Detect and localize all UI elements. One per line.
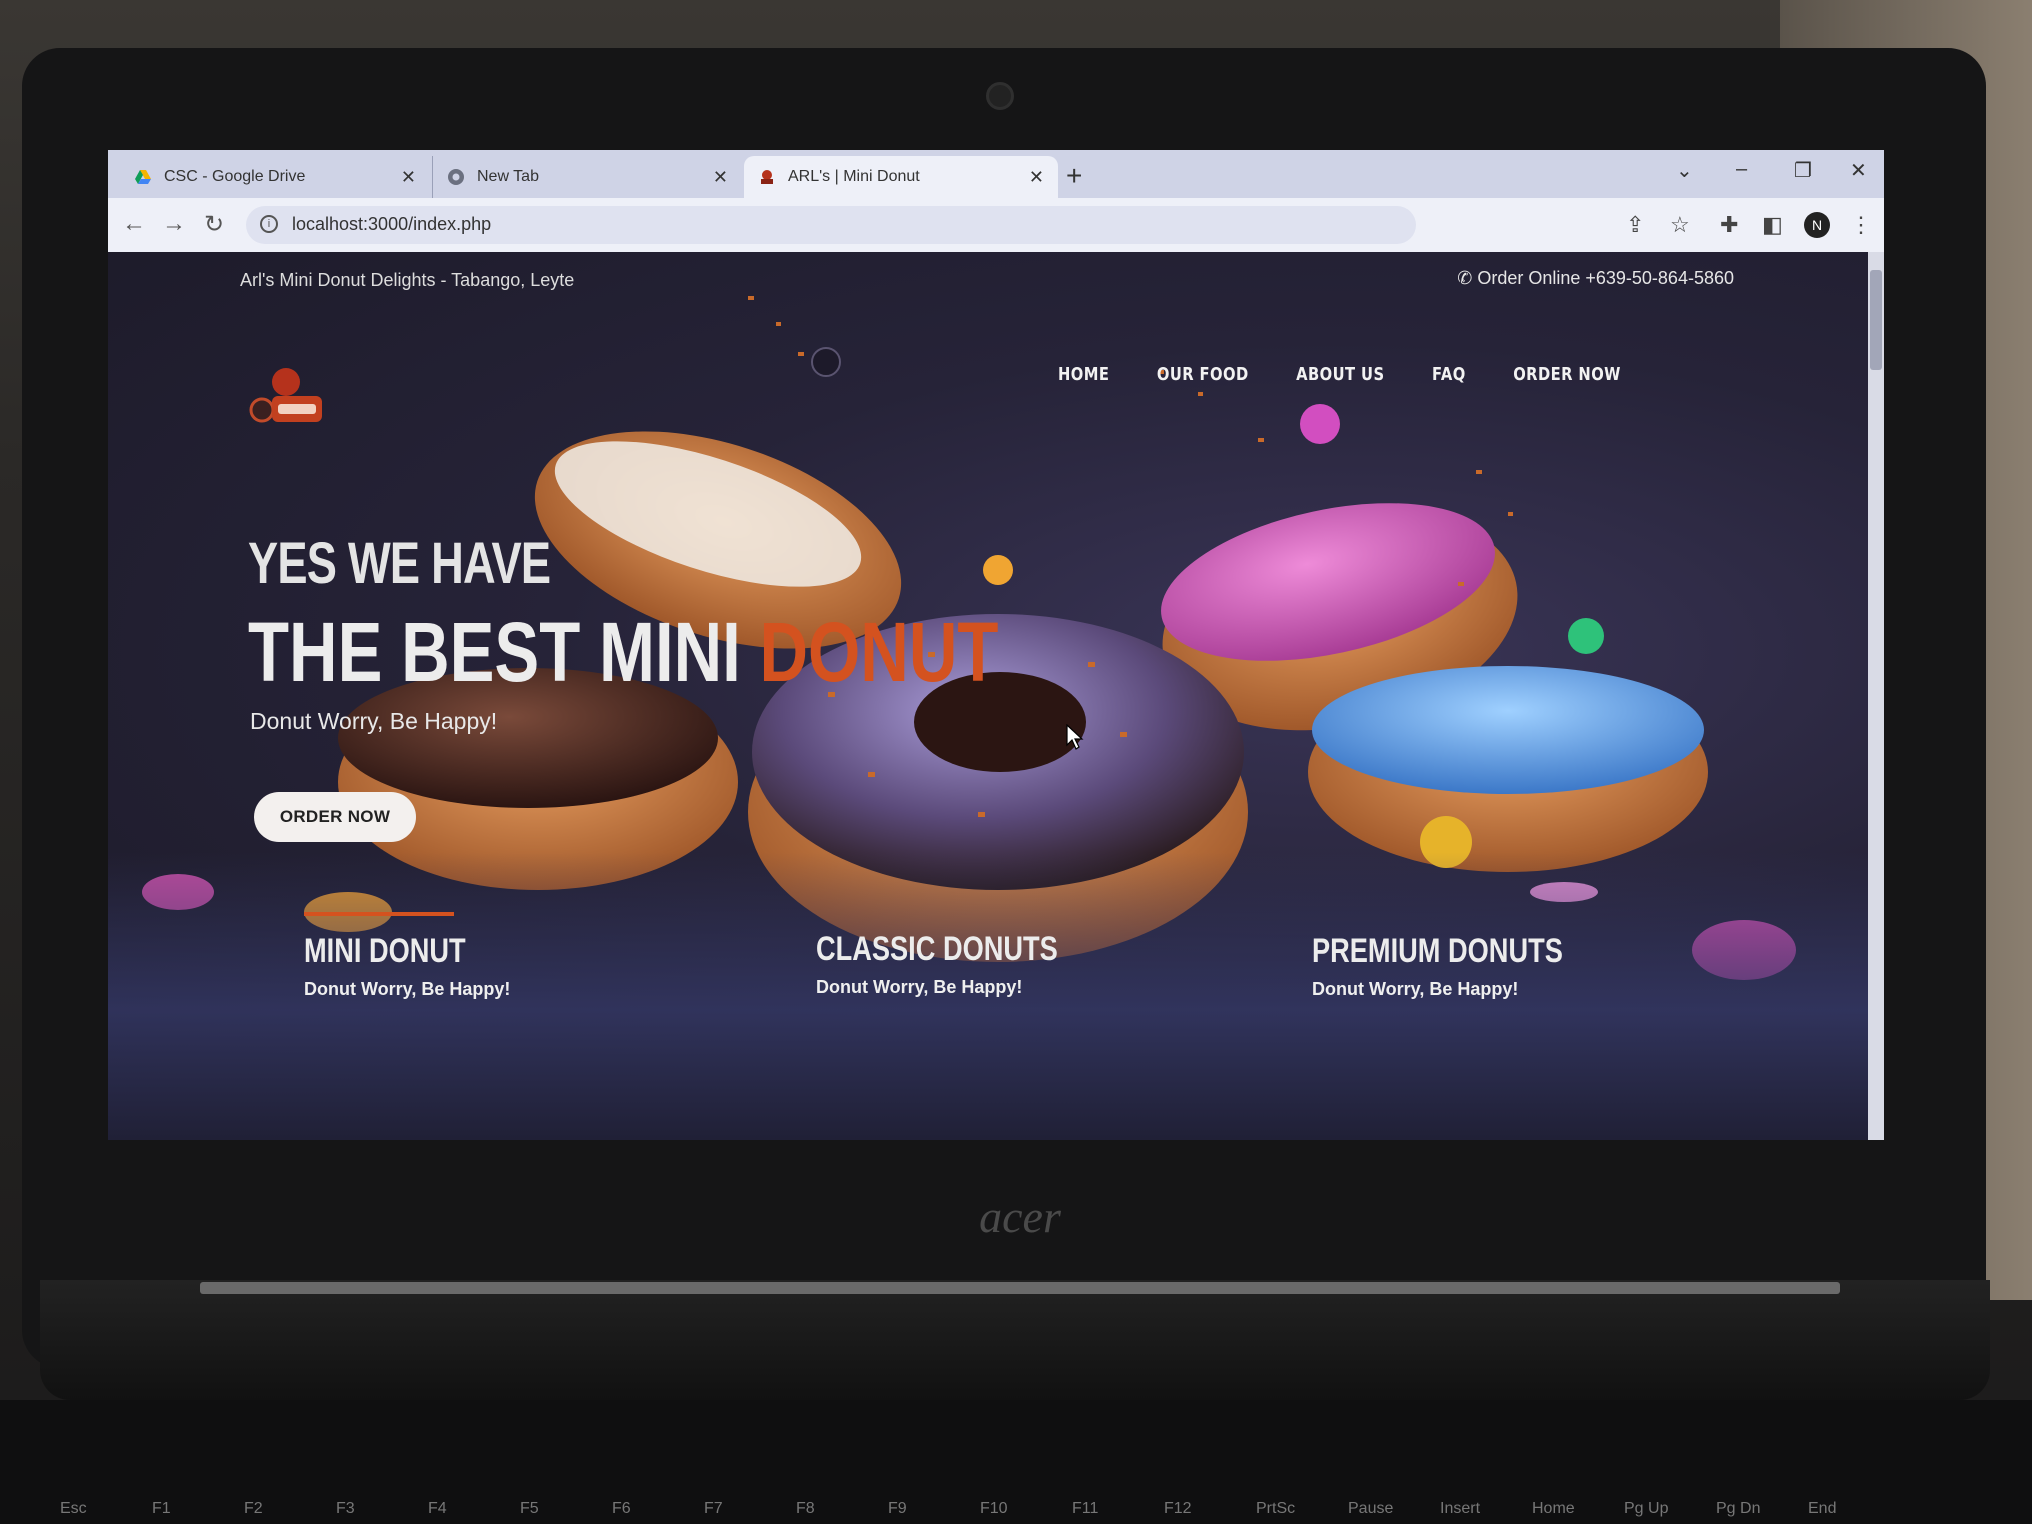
- category-mini-donut[interactable]: MINI DONUT Donut Worry, Be Happy!: [304, 912, 510, 1000]
- extensions-icon[interactable]: ✚: [1720, 212, 1738, 238]
- key[interactable]: F11: [1072, 1500, 1164, 1518]
- key[interactable]: Pg Up: [1624, 1500, 1716, 1518]
- topbar-tagline: Arl's Mini Donut Delights - Tabango, Ley…: [240, 270, 575, 290]
- tab-google-drive[interactable]: CSC - Google Drive ✕: [120, 156, 430, 198]
- nav-our-food[interactable]: OUR FOOD: [1157, 364, 1249, 385]
- reload-icon[interactable]: ↻: [204, 210, 224, 239]
- phone-text: Order Online +639-50-864-5860: [1477, 268, 1734, 288]
- hero-heading-main: THE BEST MINI: [248, 605, 741, 699]
- key[interactable]: Esc: [60, 1500, 152, 1518]
- site-logo-icon: [758, 168, 776, 186]
- close-window-icon[interactable]: ✕: [1850, 158, 1867, 183]
- nav-home[interactable]: HOME: [1058, 364, 1109, 385]
- screen: CSC - Google Drive ✕ New Tab ✕ ARL's | M…: [108, 150, 1884, 1140]
- share-icon[interactable]: ⇪: [1626, 212, 1644, 238]
- forward-icon[interactable]: →: [162, 210, 186, 238]
- category-title: CLASSIC DONUTS: [816, 930, 1058, 968]
- category-underline: [304, 912, 454, 916]
- hero-heading-line2: THE BEST MINI DONUT: [248, 604, 998, 701]
- tab-new-tab[interactable]: New Tab ✕: [432, 156, 742, 198]
- laptop-brand-logo: acer: [979, 1191, 1061, 1242]
- key[interactable]: F8: [796, 1500, 888, 1518]
- site-logo[interactable]: [248, 360, 328, 430]
- restore-icon[interactable]: ❐: [1794, 158, 1812, 183]
- key[interactable]: F5: [520, 1500, 612, 1518]
- key[interactable]: F12: [1164, 1500, 1256, 1518]
- url-text: localhost:3000/index.php: [292, 214, 492, 234]
- category-title: MINI DONUT: [304, 932, 466, 970]
- tab-label: ARL's | Mini Donut: [788, 168, 920, 185]
- key[interactable]: F3: [336, 1500, 428, 1518]
- web-page: Arl's Mini Donut Delights - Tabango, Ley…: [108, 252, 1868, 1140]
- tab-search-icon[interactable]: ⌄: [1676, 158, 1693, 183]
- scrollbar-thumb[interactable]: [1870, 270, 1882, 370]
- profile-avatar[interactable]: N: [1804, 212, 1830, 238]
- category-subtitle: Donut Worry, Be Happy!: [1312, 979, 1519, 999]
- phone-contact[interactable]: ✆ Order Online +639-50-864-5860: [1457, 268, 1734, 289]
- mouse-cursor-icon: [1066, 724, 1084, 750]
- key[interactable]: F2: [244, 1500, 336, 1518]
- key[interactable]: Insert: [1440, 1500, 1532, 1518]
- browser-toolbar: ← → ↻ i localhost:3000/index.php ⇪ ☆ ✚ ◧…: [108, 198, 1884, 252]
- address-bar[interactable]: i localhost:3000/index.php: [246, 206, 1416, 244]
- key[interactable]: PrtSc: [1256, 1500, 1348, 1518]
- hero-tagline: Donut Worry, Be Happy!: [250, 708, 498, 734]
- tab-label: CSC - Google Drive: [164, 168, 306, 185]
- nav-about-us[interactable]: ABOUT US: [1296, 364, 1384, 385]
- category-title: PREMIUM DONUTS: [1312, 932, 1563, 970]
- bookmark-star-icon[interactable]: ☆: [1670, 212, 1690, 238]
- close-icon[interactable]: ✕: [713, 167, 728, 188]
- nav-faq[interactable]: FAQ: [1432, 364, 1466, 385]
- phone-icon: ✆: [1457, 268, 1478, 288]
- close-icon[interactable]: ✕: [1029, 167, 1044, 188]
- hero-heading-line1: YES WE HAVE: [248, 531, 551, 596]
- close-icon[interactable]: ✕: [401, 167, 416, 188]
- laptop-base: [40, 1280, 1990, 1400]
- nav-order-now[interactable]: ORDER NOW: [1513, 364, 1621, 385]
- key[interactable]: F7: [704, 1500, 796, 1518]
- back-icon[interactable]: ←: [122, 210, 146, 238]
- webcam-icon: [986, 82, 1014, 110]
- category-classic-donuts[interactable]: CLASSIC DONUTS Donut Worry, Be Happy!: [816, 930, 1118, 998]
- page-scrollbar[interactable]: [1868, 252, 1884, 1140]
- menu-icon[interactable]: ⋮: [1850, 212, 1872, 238]
- key[interactable]: Pause: [1348, 1500, 1440, 1518]
- key[interactable]: F9: [888, 1500, 980, 1518]
- tab-bar: CSC - Google Drive ✕ New Tab ✕ ARL's | M…: [108, 150, 1884, 198]
- category-subtitle: Donut Worry, Be Happy!: [816, 977, 1023, 997]
- key[interactable]: Home: [1532, 1500, 1624, 1518]
- order-now-button[interactable]: ORDER NOW: [254, 792, 416, 842]
- key[interactable]: F10: [980, 1500, 1072, 1518]
- key[interactable]: End: [1808, 1500, 1900, 1518]
- laptop-hinge: [200, 1282, 1840, 1294]
- key[interactable]: Pg Dn: [1716, 1500, 1808, 1518]
- site-info-icon[interactable]: i: [260, 215, 278, 233]
- key[interactable]: F6: [612, 1500, 704, 1518]
- function-key-row: Esc F1 F2 F3 F4 F5 F6 F7 F8 F9 F10 F11 F…: [60, 1500, 2000, 1518]
- minimize-icon[interactable]: –: [1736, 158, 1747, 181]
- tab-label: New Tab: [477, 168, 539, 185]
- new-tab-icon[interactable]: +: [1066, 160, 1082, 192]
- google-drive-icon: [134, 168, 152, 186]
- category-subtitle: Donut Worry, Be Happy!: [304, 979, 511, 999]
- key[interactable]: F4: [428, 1500, 520, 1518]
- category-premium-donuts[interactable]: PREMIUM DONUTS Donut Worry, Be Happy!: [1312, 932, 1626, 1000]
- key[interactable]: F1: [152, 1500, 244, 1518]
- hero-heading-accent: DONUT: [759, 605, 999, 699]
- main-nav: HOME OUR FOOD ABOUT US FAQ ORDER NOW: [1058, 364, 1621, 385]
- side-panel-icon[interactable]: ◧: [1762, 212, 1783, 238]
- tab-mini-donut[interactable]: ARL's | Mini Donut ✕: [744, 156, 1058, 198]
- chrome-icon: [447, 168, 465, 186]
